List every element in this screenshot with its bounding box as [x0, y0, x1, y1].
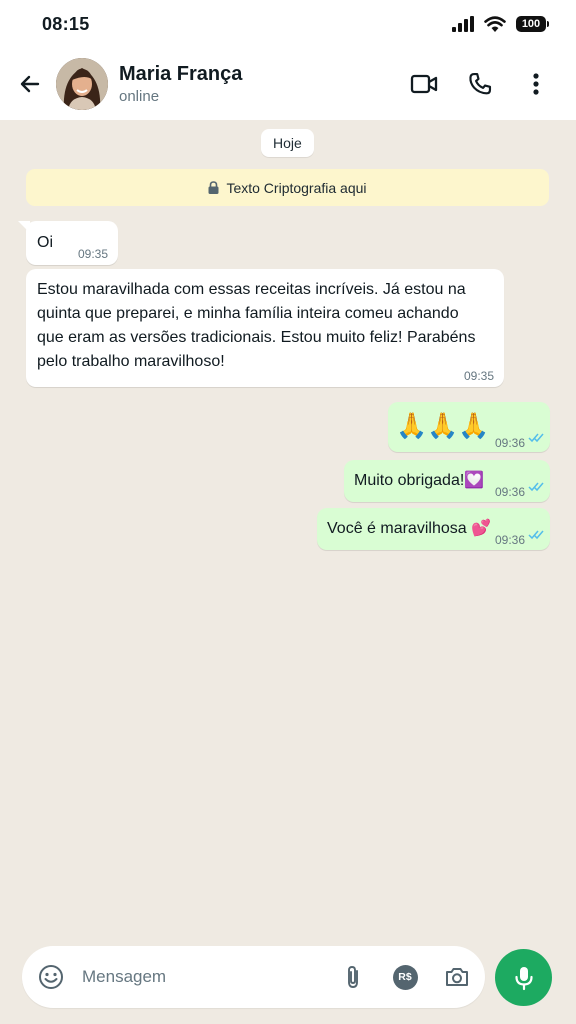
more-vertical-icon	[533, 73, 539, 95]
signal-icon	[452, 16, 474, 32]
wifi-icon	[484, 15, 506, 32]
message-line: Estou maravilhada com essas receitas inc…	[37, 281, 466, 298]
more-options-button[interactable]	[508, 60, 564, 108]
contact-status: online	[119, 87, 160, 105]
read-ticks-icon	[528, 482, 544, 492]
date-chip: Hoje	[261, 129, 314, 157]
message-text: Oi	[37, 234, 53, 251]
message-time: 09:36	[495, 436, 526, 450]
message-text: Estou maravilhada com essas receitas inc…	[37, 278, 475, 374]
lock-icon	[208, 181, 219, 194]
mic-button[interactable]	[495, 949, 552, 1006]
avatar[interactable]	[56, 58, 108, 110]
message-time: 09:36	[495, 533, 526, 547]
emoji-button[interactable]	[28, 954, 74, 1000]
camera-icon	[446, 968, 468, 986]
message-line: quinta que preparei, e minha família int…	[37, 305, 459, 322]
message-incoming[interactable]: Estou maravilhada com essas receitas inc…	[26, 269, 504, 387]
voice-call-button[interactable]	[452, 60, 508, 108]
video-call-icon	[410, 74, 438, 94]
payment-label: R$	[398, 971, 412, 983]
attach-button[interactable]	[330, 954, 376, 1000]
emoji-icon	[39, 965, 63, 989]
battery-icon: 100	[516, 16, 549, 32]
video-call-button[interactable]	[396, 60, 452, 108]
payment-icon: R$	[392, 964, 418, 990]
battery-level: 100	[521, 18, 541, 30]
encryption-notice[interactable]: Texto Criptografia aqui	[26, 169, 549, 206]
encryption-text: Texto Criptografia aqui	[226, 179, 367, 196]
chat-area[interactable]: Hoje Texto Criptografia aqui Oi 09:35 Es…	[0, 120, 576, 940]
bubble-tail	[18, 221, 30, 233]
message-incoming[interactable]: Oi 09:35	[18, 221, 118, 265]
contact-name: Maria França	[119, 62, 243, 85]
back-arrow-icon	[20, 75, 40, 93]
message-line: pelo trabalho maravilhoso!	[37, 353, 225, 370]
header-actions	[396, 60, 564, 108]
read-ticks-icon	[528, 433, 544, 443]
message-text: 🙏🙏🙏	[396, 412, 490, 440]
message-time: 09:35	[464, 369, 495, 383]
message-input[interactable]	[82, 967, 322, 987]
contact-avatar-icon	[56, 58, 108, 110]
message-outgoing[interactable]: Você é maravilhosa 💕 09:36	[317, 508, 550, 550]
message-time: 09:35	[78, 247, 109, 261]
read-ticks-icon	[528, 530, 544, 540]
message-composer: R$	[22, 946, 485, 1008]
back-button[interactable]	[4, 58, 56, 110]
camera-button[interactable]	[434, 954, 480, 1000]
message-text: Você é maravilhosa 💕	[327, 520, 491, 537]
payment-button[interactable]: R$	[382, 954, 428, 1000]
message-time: 09:36	[495, 485, 526, 499]
message-line: que eram as versões tradicionais. Estou …	[37, 329, 476, 346]
message-outgoing[interactable]: Muito obrigada!💟 09:36	[344, 460, 550, 502]
chat-header: Maria França online	[0, 48, 576, 120]
attach-icon	[348, 966, 358, 988]
status-bar: 08:15 100	[0, 0, 576, 48]
phone-icon	[469, 72, 492, 95]
status-icons: 100	[452, 15, 549, 33]
contact-info[interactable]: Maria França online	[119, 62, 396, 107]
message-outgoing[interactable]: 🙏🙏🙏 09:36	[388, 402, 550, 452]
mic-icon	[514, 966, 533, 990]
message-text: Muito obrigada!💟	[354, 472, 485, 489]
status-time: 08:15	[42, 13, 90, 34]
